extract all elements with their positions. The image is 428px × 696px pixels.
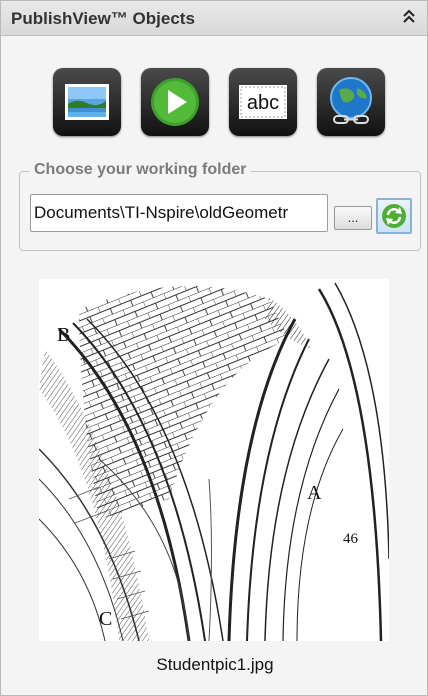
working-folder-group: Choose your working folder Documents\TI-… <box>19 161 421 251</box>
publishview-objects-panel: PublishView™ Objects abc Choose your wor… <box>0 0 428 696</box>
insert-text-box-button[interactable]: abc <box>229 68 297 136</box>
panel-header: PublishView™ Objects <box>1 1 427 36</box>
play-icon <box>151 78 199 126</box>
landscape-image-icon <box>65 84 109 120</box>
working-folder-legend: Choose your working folder <box>30 161 251 179</box>
insert-video-button[interactable] <box>141 68 209 136</box>
insert-hyperlink-button[interactable] <box>317 68 385 136</box>
engraving-label-a: A <box>307 482 322 504</box>
insert-image-button[interactable] <box>53 68 121 136</box>
engraving-page-number: 46 <box>343 531 359 547</box>
engraving-label-b: B <box>57 324 70 346</box>
browse-folder-button[interactable]: ... <box>334 206 372 230</box>
gothic-vault-engraving: B A C 46 <box>39 279 389 641</box>
text-box-icon: abc <box>239 85 287 119</box>
image-caption: Studentpic1.jpg <box>156 655 274 674</box>
refresh-arrows-icon <box>382 204 406 228</box>
engraving-label-c: C <box>99 608 112 630</box>
globe-link-icon <box>330 77 372 124</box>
image-thumbnail[interactable]: B A C 46 <box>39 279 389 641</box>
working-folder-path-field[interactable]: Documents\TI-Nspire\oldGeometr <box>30 194 328 232</box>
panel-title: PublishView™ Objects <box>11 9 195 28</box>
double-chevron-up-icon[interactable] <box>401 8 417 26</box>
refresh-folder-button[interactable] <box>376 198 412 234</box>
text-box-label: abc <box>247 92 279 114</box>
